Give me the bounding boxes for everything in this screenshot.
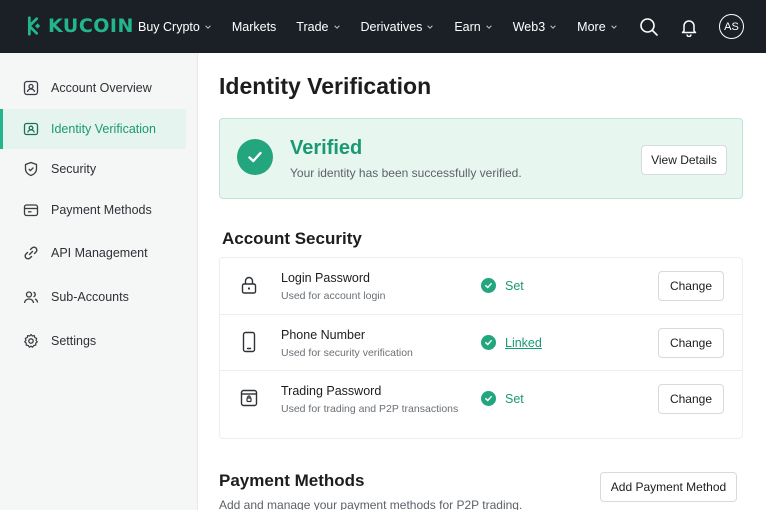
- security-row-title: Phone Number: [281, 328, 366, 342]
- sidebar: Account Overview Identity Verification S…: [0, 53, 198, 510]
- check-circle-icon: [481, 335, 496, 350]
- wallet-icon: [22, 201, 40, 219]
- page-title: Identity Verification: [219, 73, 432, 99]
- sidebar-item-security[interactable]: Security: [0, 149, 186, 189]
- nav-item-label: Derivatives: [360, 19, 423, 34]
- search-icon: [640, 17, 658, 36]
- payment-methods-title: Payment Methods: [219, 471, 365, 490]
- status-text: Set: [505, 278, 524, 293]
- sidebar-item-label: Sub-Accounts: [51, 290, 129, 304]
- change-trading-password-button[interactable]: Change: [658, 384, 724, 414]
- change-phone-number-button[interactable]: Change: [658, 328, 724, 358]
- logo-text: KUCOIN: [48, 15, 134, 37]
- security-row-desc: Used for security verification: [281, 347, 413, 359]
- nav-item-label: Web3: [512, 19, 546, 34]
- nav-item-more[interactable]: More: [577, 20, 617, 34]
- sidebar-item-settings[interactable]: Settings: [0, 321, 186, 361]
- notifications-button[interactable]: [677, 15, 701, 39]
- gear-icon: [22, 332, 40, 350]
- id-card-icon: [22, 120, 40, 138]
- sidebar-item-label: Security: [51, 162, 97, 176]
- verified-subtitle: Your identity has been successfully veri…: [290, 166, 522, 180]
- nav-item-label: Trade: [296, 19, 329, 34]
- chevron-down-icon: [610, 24, 617, 29]
- sidebar-item-label: Account Overview: [51, 81, 152, 95]
- security-row-desc: Used for trading and P2P transactions: [281, 403, 459, 415]
- account-security-title: Account Security: [222, 229, 362, 248]
- chevron-down-icon: [550, 24, 556, 29]
- users-icon: [22, 288, 40, 306]
- security-row-login-password: Login Password Used for account login Se…: [220, 258, 742, 314]
- verified-title: Verified: [290, 137, 363, 159]
- chevron-down-icon: [333, 24, 340, 29]
- check-circle-icon: [481, 391, 496, 406]
- bell-icon: [681, 19, 697, 37]
- avatar[interactable]: AS: [719, 14, 744, 39]
- sidebar-item-api-management[interactable]: API Management: [0, 233, 186, 273]
- chevron-down-icon: [205, 24, 211, 29]
- nav-item-buy-crypto[interactable]: Buy Crypto: [138, 20, 212, 34]
- nav-item-label: More: [577, 19, 606, 34]
- sidebar-item-label: API Management: [51, 246, 148, 260]
- sidebar-item-account-overview[interactable]: Account Overview: [0, 68, 186, 108]
- status-text: Set: [505, 391, 524, 406]
- security-row-title: Trading Password: [281, 384, 382, 398]
- nav-item-markets[interactable]: Markets: [232, 20, 276, 34]
- nav-item-earn[interactable]: Earn: [454, 20, 492, 34]
- lock-icon: [238, 274, 260, 296]
- nav-item-web3[interactable]: Web3: [513, 20, 557, 34]
- user-card-icon: [22, 79, 40, 97]
- sidebar-item-label: Identity Verification: [51, 122, 156, 136]
- account-security-card: Login Password Used for account login Se…: [219, 257, 743, 439]
- sidebar-item-identity-verification[interactable]: Identity Verification: [0, 109, 186, 149]
- chevron-down-icon: [427, 24, 434, 29]
- payment-methods-subtitle: Add and manage your payment methods for …: [219, 498, 523, 510]
- link-icon: [22, 244, 40, 262]
- nav-item-label: Earn: [454, 19, 481, 34]
- security-row-desc: Used for account login: [281, 290, 386, 302]
- add-payment-method-button[interactable]: Add Payment Method: [600, 472, 737, 502]
- sidebar-item-label: Settings: [51, 334, 97, 348]
- sidebar-item-label: Payment Methods: [51, 203, 152, 217]
- search-button[interactable]: [637, 15, 661, 39]
- nav-item-label: Buy Crypto: [138, 19, 200, 34]
- sidebar-item-sub-accounts[interactable]: Sub-Accounts: [0, 277, 186, 317]
- security-row-phone-number: Phone Number Used for security verificat…: [220, 314, 742, 370]
- kucoin-logo[interactable]: KUCOIN: [22, 15, 134, 37]
- top-nav: KUCOIN Buy Crypto Markets Trade Derivati…: [0, 0, 766, 53]
- nav-menu: Buy Crypto Markets Trade Derivatives Ear…: [138, 0, 638, 53]
- view-details-button[interactable]: View Details: [641, 145, 727, 175]
- nav-item-derivatives[interactable]: Derivatives: [361, 20, 435, 34]
- main-content: Identity Verification Verified Your iden…: [199, 53, 766, 510]
- shield-icon: [22, 160, 40, 178]
- status-badge: Set: [481, 278, 524, 293]
- nav-item-label: Markets: [231, 19, 277, 34]
- security-row-title: Login Password: [281, 271, 370, 285]
- change-login-password-button[interactable]: Change: [658, 271, 724, 301]
- kucoin-logo-icon: [27, 16, 41, 36]
- check-circle-icon: [481, 278, 496, 293]
- verified-banner: Verified Your identity has been successf…: [219, 118, 743, 199]
- nav-actions: AS: [621, 14, 744, 39]
- linked-status-link[interactable]: Linked: [505, 336, 542, 350]
- security-row-trading-password: Trading Password Used for trading and P2…: [220, 370, 742, 426]
- check-circle-icon: [237, 139, 273, 175]
- nav-item-trade[interactable]: Trade: [296, 20, 340, 34]
- trade-lock-icon: [238, 387, 260, 409]
- sidebar-item-payment-methods[interactable]: Payment Methods: [0, 190, 186, 230]
- chevron-down-icon: [485, 24, 492, 29]
- phone-icon: [238, 331, 260, 353]
- status-badge: Set: [481, 391, 524, 406]
- status-badge: Linked: [481, 335, 542, 350]
